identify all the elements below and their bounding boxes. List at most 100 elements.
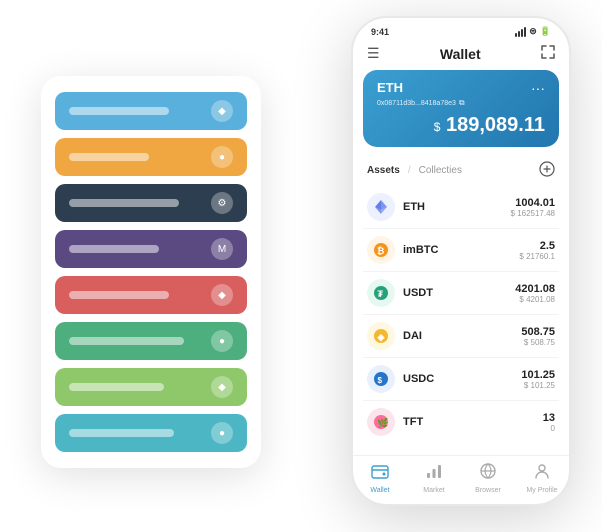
- copy-icon[interactable]: ⧉: [459, 98, 465, 108]
- imbtc-logo: ₿: [367, 236, 395, 264]
- asset-list: ETH 1004.01 $ 162517.48 ₿ imBTC 2.5 $ 21…: [353, 186, 569, 455]
- asset-row-tft[interactable]: 🌿 TFT 13 0: [363, 401, 559, 443]
- imbtc-usd: $ 21760.1: [519, 252, 555, 261]
- card-icon-2: ●: [211, 146, 233, 168]
- signal-icon: [515, 27, 526, 37]
- tft-amount: 13: [543, 412, 555, 424]
- card-icon-3: ⚙: [211, 192, 233, 214]
- usdc-amount: 101.25: [521, 369, 555, 381]
- battery-icon: 🔋: [540, 26, 551, 37]
- imbtc-values: 2.5 $ 21760.1: [519, 240, 555, 261]
- svg-text:₿: ₿: [377, 246, 384, 256]
- phone-header: ☰ Wallet: [353, 41, 569, 70]
- svg-text:◈: ◈: [377, 332, 386, 342]
- eth-card-label: ETH: [377, 80, 403, 95]
- card-icon-5: ◆: [211, 284, 233, 306]
- eth-more-button[interactable]: ···: [531, 80, 545, 96]
- tab-divider: /: [408, 165, 411, 176]
- browser-nav-label: Browser: [475, 487, 501, 494]
- card-stack: ◆ ● ⚙ M ◆ ● ◆ ●: [41, 76, 261, 468]
- eth-usd: $ 162517.48: [511, 209, 556, 218]
- usdt-values: 4201.08 $ 4201.08: [515, 283, 555, 304]
- dai-amount: 508.75: [521, 326, 555, 338]
- tft-name: TFT: [403, 416, 543, 428]
- usdc-logo: $: [367, 365, 395, 393]
- usdt-usd: $ 4201.08: [515, 295, 555, 304]
- phone-mockup: 9:41 ⊜ 🔋 ☰ Wallet ETH ···: [351, 16, 571, 506]
- svg-text:₮: ₮: [378, 289, 384, 299]
- page-title: Wallet: [440, 46, 481, 62]
- tft-info: TFT: [403, 416, 543, 428]
- card-icon-4: M: [211, 238, 233, 260]
- card-icon-1: ◆: [211, 100, 233, 122]
- eth-values: 1004.01 $ 162517.48: [511, 197, 556, 218]
- svg-text:🌿: 🌿: [377, 417, 388, 428]
- assets-header: Assets / Collecties: [353, 157, 569, 186]
- status-icons: ⊜ 🔋: [515, 26, 551, 37]
- eth-info: ETH: [403, 201, 511, 213]
- profile-nav-label: My Profile: [526, 487, 557, 494]
- scene: ◆ ● ⚙ M ◆ ● ◆ ●: [21, 16, 581, 516]
- expand-icon[interactable]: [541, 45, 555, 62]
- card-text-2: [69, 153, 149, 161]
- eth-balance: $ 189,089.11: [377, 114, 545, 137]
- card-item-purple[interactable]: M: [55, 230, 247, 268]
- usdt-amount: 4201.08: [515, 283, 555, 295]
- assets-tabs: Assets / Collecties: [367, 165, 462, 176]
- card-item-orange[interactable]: ●: [55, 138, 247, 176]
- dai-usd: $ 508.75: [521, 338, 555, 347]
- usdt-name: USDT: [403, 287, 515, 299]
- usdt-info: USDT: [403, 287, 515, 299]
- imbtc-amount: 2.5: [519, 240, 555, 252]
- tab-assets[interactable]: Assets: [367, 165, 400, 176]
- card-icon-6: ●: [211, 330, 233, 352]
- usdc-info: USDC: [403, 373, 521, 385]
- asset-row-usdt[interactable]: ₮ USDT 4201.08 $ 4201.08: [363, 272, 559, 315]
- eth-amount: 1004.01: [511, 197, 556, 209]
- dai-name: DAI: [403, 330, 521, 342]
- nav-profile[interactable]: My Profile: [515, 462, 569, 494]
- eth-card[interactable]: ETH ··· 0x08711d3b...8418a78e3 ⧉ $ 189,0…: [363, 70, 559, 147]
- asset-row-eth[interactable]: ETH 1004.01 $ 162517.48: [363, 186, 559, 229]
- wifi-icon: ⊜: [529, 26, 537, 37]
- card-text-7: [69, 383, 164, 391]
- browser-nav-icon: [479, 462, 497, 485]
- card-item-dark[interactable]: ⚙: [55, 184, 247, 222]
- eth-card-header: ETH ···: [377, 80, 545, 96]
- asset-row-usdc[interactable]: $ USDC 101.25 $ 101.25: [363, 358, 559, 401]
- nav-market[interactable]: Market: [407, 462, 461, 494]
- usdt-logo: ₮: [367, 279, 395, 307]
- card-item-red[interactable]: ◆: [55, 276, 247, 314]
- card-text-6: [69, 337, 184, 345]
- tft-values: 13 0: [543, 412, 555, 433]
- card-text-5: [69, 291, 169, 299]
- dai-info: DAI: [403, 330, 521, 342]
- asset-row-dai[interactable]: ◈ DAI 508.75 $ 508.75: [363, 315, 559, 358]
- wallet-nav-label: Wallet: [370, 487, 389, 494]
- imbtc-info: imBTC: [403, 244, 519, 256]
- nav-wallet[interactable]: Wallet: [353, 462, 407, 494]
- add-asset-button[interactable]: [539, 161, 555, 180]
- card-text-8: [69, 429, 174, 437]
- market-nav-label: Market: [423, 487, 444, 494]
- nav-browser[interactable]: Browser: [461, 462, 515, 494]
- market-nav-icon: [425, 462, 443, 485]
- tft-logo: 🌿: [367, 408, 395, 436]
- dai-logo: ◈: [367, 322, 395, 350]
- asset-row-imbtc[interactable]: ₿ imBTC 2.5 $ 21760.1: [363, 229, 559, 272]
- card-icon-8: ●: [211, 422, 233, 444]
- tft-usd: 0: [543, 424, 555, 433]
- profile-nav-icon: [533, 462, 551, 485]
- eth-logo: [367, 193, 395, 221]
- dai-values: 508.75 $ 508.75: [521, 326, 555, 347]
- tab-collecties[interactable]: Collecties: [419, 165, 462, 176]
- eth-name: ETH: [403, 201, 511, 213]
- card-item-green[interactable]: ●: [55, 322, 247, 360]
- status-time: 9:41: [371, 27, 389, 37]
- card-item-light-green[interactable]: ◆: [55, 368, 247, 406]
- bottom-nav: Wallet Market Browser My Profile: [353, 455, 569, 504]
- card-item-teal[interactable]: ●: [55, 414, 247, 452]
- status-bar: 9:41 ⊜ 🔋: [353, 18, 569, 41]
- menu-icon[interactable]: ☰: [367, 45, 380, 62]
- card-item-blue[interactable]: ◆: [55, 92, 247, 130]
